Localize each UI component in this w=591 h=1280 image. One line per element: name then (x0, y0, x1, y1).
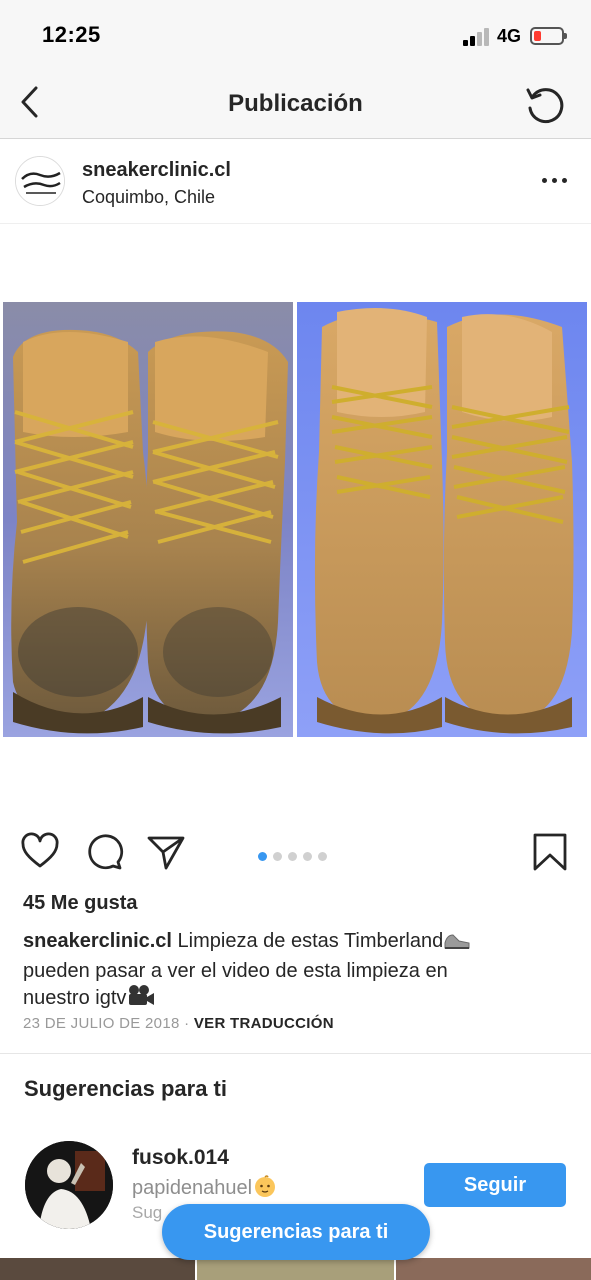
post-username[interactable]: sneakerclinic.cl (82, 159, 231, 182)
nav-header: Publicación (0, 70, 591, 139)
battery-icon (530, 27, 567, 45)
sneaker-emoji-icon (443, 929, 471, 958)
bookmark-icon (533, 833, 567, 871)
comment-button[interactable] (84, 832, 124, 872)
suggestion-meta: Sug (132, 1203, 163, 1222)
suggestion-subtitle: papidenahuel (132, 1174, 278, 1204)
thumbnail-image (0, 1258, 195, 1280)
carousel-dot (303, 852, 312, 861)
post-date-row: 23 DE JULIO DE 2018 · VER TRADUCCIÓN (23, 1015, 334, 1032)
sneakerclinic-logo (16, 157, 64, 205)
status-time: 12:25 (42, 22, 101, 47)
action-bar (0, 826, 591, 882)
status-bar: 12:25 4G (0, 0, 591, 70)
suggestions-title: Sugerencias para ti (24, 1076, 227, 1101)
caption-username[interactable]: sneakerclinic.cl (23, 930, 172, 952)
thumbnail-image (197, 1258, 394, 1280)
post-caption: sneakerclinic.cl Limpieza de estas Timbe… (23, 928, 563, 1015)
paper-plane-icon (147, 836, 185, 870)
post-location[interactable]: Coquimbo, Chile (82, 187, 215, 208)
before-photo (3, 302, 293, 737)
suggestion-thumbnails (0, 1258, 591, 1280)
follow-button[interactable]: Seguir (424, 1163, 566, 1207)
after-photo (297, 302, 587, 737)
carousel-dot (318, 852, 327, 861)
suggestions-toast-button[interactable]: Sugerencias para ti (162, 1204, 430, 1260)
refresh-icon (526, 88, 564, 124)
heart-icon (21, 832, 59, 868)
post-date: 23 DE JULIO DE 2018 (23, 1015, 180, 1032)
suggestion-avatar[interactable] (25, 1141, 113, 1229)
avatar[interactable] (15, 156, 65, 206)
carousel-indicator (258, 848, 333, 861)
date-separator: · (179, 1015, 194, 1032)
caption-text-line1: Limpieza de estas Timberland (171, 930, 444, 952)
carousel-dot (273, 852, 282, 861)
caption-text-line3: nuestro igtv (23, 987, 127, 1009)
post-header: sneakerclinic.cl Coquimbo, Chile (0, 140, 591, 224)
share-button[interactable] (146, 832, 186, 872)
save-button[interactable] (530, 832, 570, 872)
page-title: Publicación (228, 90, 363, 117)
suggestion-username[interactable]: fusok.014 (132, 1146, 229, 1170)
comment-icon (88, 834, 124, 870)
refresh-button[interactable] (522, 82, 568, 128)
more-options-button[interactable] (540, 168, 570, 192)
network-label: 4G (497, 26, 522, 46)
carousel-dot (288, 852, 297, 861)
baby-emoji-icon (252, 1174, 278, 1204)
video-camera-emoji-icon (126, 984, 156, 1015)
signal-icon (463, 28, 491, 46)
post-media[interactable] (0, 224, 591, 814)
caption-text-line2: pueden pasar a ver el video de esta limp… (23, 960, 448, 982)
carousel-dot (258, 852, 267, 861)
see-translation-link[interactable]: VER TRADUCCIÓN (194, 1015, 334, 1032)
likes-count[interactable]: 45 Me gusta (23, 892, 137, 915)
like-button[interactable] (20, 832, 60, 872)
section-divider (0, 1053, 591, 1054)
thumbnail-image (396, 1258, 591, 1280)
